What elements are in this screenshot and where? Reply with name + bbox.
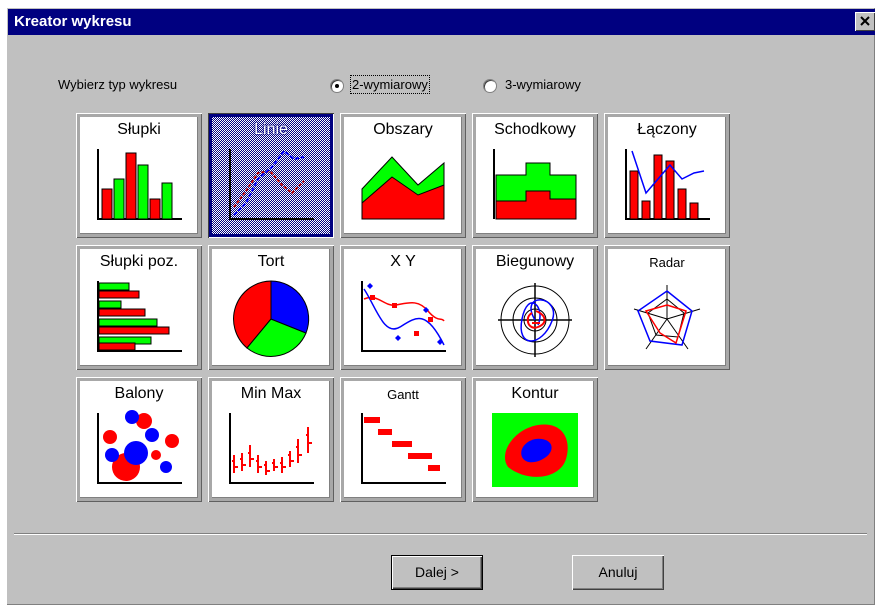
tile-label: Łączony [637,121,697,138]
tile-combo[interactable]: Łączony [604,113,730,238]
tile-horizontal-bar[interactable]: Słupki poz. [76,245,202,370]
tile-label: Biegunowy [495,253,575,270]
tile-label: Balony [114,385,164,402]
next-button[interactable]: Dalej > [391,555,483,590]
radio-2d[interactable]: 2-wymiarowy [330,75,470,95]
area-chart-icon [361,156,445,220]
tile-label: Obszary [373,121,433,138]
chart-wizard-dialog: Kreator wykresu Wybierz typ wykresu 2-wy… [6,7,875,605]
cancel-button[interactable]: Anuluj [572,555,664,590]
polar-chart-icon [498,283,572,357]
tile-bubble[interactable]: Balony [76,377,202,502]
tile-area[interactable]: Obszary [340,113,466,238]
tile-label: Min Max [240,385,302,402]
chart-type-grid: Słupki Linie Obszary Schodkowy Łączony S… [76,113,751,517]
tile-face: Linie [212,117,330,234]
radio-selected-dot [335,84,339,88]
line-chart-icon [229,149,314,220]
radio-3d-circle [483,79,497,93]
pie-chart-icon [233,280,310,357]
tile-label: Tort [257,253,285,270]
tile-face: Tort [212,249,330,366]
tile-min-max[interactable]: Min Max [208,377,334,502]
button-separator [14,533,867,535]
tile-contour[interactable]: Kontur [472,377,598,502]
tile-face: Kontur [476,381,594,498]
chart-type-label: Wybierz typ wykresu [58,77,178,92]
tile-face: X Y [344,249,462,366]
tile-label: Słupki [117,121,161,138]
tile-face: Balony [80,381,198,498]
tile-label: Słupki poz. [99,253,179,270]
tile-label: Schodkowy [494,121,576,138]
title-bar: Kreator wykresu [8,9,875,35]
bar-chart-icon [97,149,182,220]
radar-chart-icon [633,285,701,350]
tile-face: Schodkowy [476,117,594,234]
radio-2d-label: 2-wymiarowy [350,75,430,94]
radio-3d[interactable]: 3-wymiarowy [483,77,623,95]
radio-2d-circle [330,79,344,93]
close-icon [860,16,870,26]
close-button[interactable] [855,12,875,31]
tile-label: Kontur [511,385,559,402]
tile-face: Biegunowy [476,249,594,366]
tile-face: Łączony [608,117,726,234]
horizontal-bar-chart-icon [97,281,182,352]
tile-line[interactable]: Linie [208,113,334,238]
tile-face: Obszary [344,117,462,234]
tile-face: Min Max [212,381,330,498]
min-max-chart-icon [229,413,314,484]
step-chart-icon [493,149,577,220]
tile-gantt[interactable]: Gantt [340,377,466,502]
tile-face: Radar [608,249,726,366]
tile-face: Słupki poz. [80,249,198,366]
radio-3d-label: 3-wymiarowy [505,77,581,92]
tile-label: Radar [649,255,685,270]
tile-xy[interactable]: X Y [340,245,466,370]
window-title: Kreator wykresu [14,13,132,30]
tile-bar[interactable]: Słupki [76,113,202,238]
tile-label: X Y [390,253,416,270]
tile-radar[interactable]: Radar [604,245,730,370]
tile-face: Gantt [344,381,462,498]
gantt-chart-icon [361,413,446,484]
bubble-chart-icon [97,410,182,484]
combo-chart-icon [625,149,710,220]
tile-pie[interactable]: Tort [208,245,334,370]
tile-face: Słupki [80,117,198,234]
xy-scatter-chart-icon [361,281,446,352]
contour-chart-icon [492,413,578,487]
tile-polar[interactable]: Biegunowy [472,245,598,370]
tile-label: Gantt [387,387,419,402]
tile-step[interactable]: Schodkowy [472,113,598,238]
tile-label: Linie [254,121,288,138]
